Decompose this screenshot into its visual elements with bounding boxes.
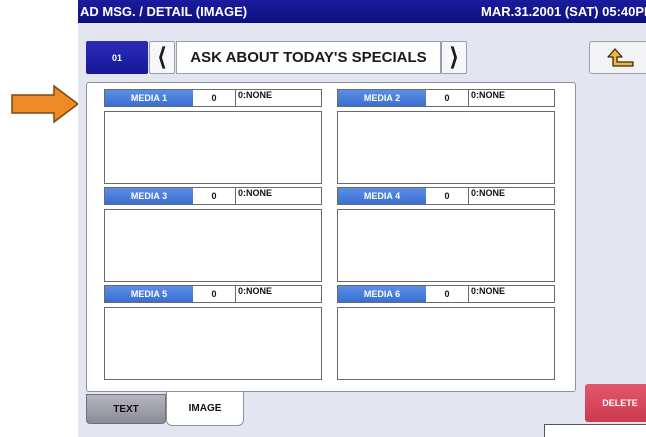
screen: AD MSG. / DETAIL (IMAGE) MAR.31.2001 (SA… <box>78 0 646 437</box>
media-value: 0:NONE <box>235 286 321 302</box>
delete-button[interactable]: DELETE <box>585 384 646 422</box>
tab-image[interactable]: IMAGE <box>166 392 244 426</box>
media-header: MEDIA 1 0 0:NONE <box>104 89 322 107</box>
media-number[interactable]: 0 <box>426 90 468 106</box>
status-field <box>544 424 646 437</box>
media-slot-2: MEDIA 2 0 0:NONE <box>337 89 555 187</box>
media-image-area[interactable] <box>104 307 322 380</box>
media-image-area[interactable] <box>337 307 555 380</box>
return-arrow-icon <box>607 47 634 67</box>
media-panel: MEDIA 1 0 0:NONE MEDIA 2 0 0:NONE MEDIA … <box>86 82 576 392</box>
message-title: ASK ABOUT TODAY'S SPECIALS <box>176 41 441 74</box>
title-bar: AD MSG. / DETAIL (IMAGE) MAR.31.2001 (SA… <box>78 0 646 23</box>
media-header: MEDIA 3 0 0:NONE <box>104 187 322 205</box>
media-header: MEDIA 5 0 0:NONE <box>104 285 322 303</box>
media-value: 0:NONE <box>468 286 554 302</box>
media-value: 0:NONE <box>468 90 554 106</box>
media-value: 0:NONE <box>235 188 321 204</box>
previous-message-button[interactable]: ⟨ <box>149 41 175 74</box>
media-header: MEDIA 4 0 0:NONE <box>337 187 555 205</box>
date-time: MAR.31.2001 (SAT) 05:40PM <box>481 4 646 19</box>
media-label-button[interactable]: MEDIA 3 <box>105 188 193 204</box>
media-image-area[interactable] <box>104 111 322 184</box>
media-slot-3: MEDIA 3 0 0:NONE <box>104 187 322 285</box>
page-title: AD MSG. / DETAIL (IMAGE) <box>80 4 248 19</box>
media-label-button[interactable]: MEDIA 4 <box>338 188 426 204</box>
media-value: 0:NONE <box>468 188 554 204</box>
media-label-button[interactable]: MEDIA 1 <box>105 90 193 106</box>
media-label-button[interactable]: MEDIA 5 <box>105 286 193 302</box>
media-slot-4: MEDIA 4 0 0:NONE <box>337 187 555 285</box>
media-number[interactable]: 0 <box>426 188 468 204</box>
media-value: 0:NONE <box>235 90 321 106</box>
media-image-area[interactable] <box>337 209 555 282</box>
media-number[interactable]: 0 <box>193 286 235 302</box>
media-slot-5: MEDIA 5 0 0:NONE <box>104 285 322 383</box>
chevron-left-icon: ⟨ <box>157 44 167 71</box>
media-number[interactable]: 0 <box>193 90 235 106</box>
media-header: MEDIA 2 0 0:NONE <box>337 89 555 107</box>
chevron-right-icon: ⟩ <box>449 44 459 71</box>
media-slot-6: MEDIA 6 0 0:NONE <box>337 285 555 383</box>
media-label-button[interactable]: MEDIA 6 <box>338 286 426 302</box>
media-image-area[interactable] <box>104 209 322 282</box>
media-image-area[interactable] <box>337 111 555 184</box>
next-message-button[interactable]: ⟩ <box>441 41 467 74</box>
media-number[interactable]: 0 <box>426 286 468 302</box>
message-number-button[interactable]: 01 <box>86 41 148 74</box>
orange-arrow-icon <box>11 84 80 124</box>
back-button[interactable] <box>589 41 646 74</box>
media-slot-1: MEDIA 1 0 0:NONE <box>104 89 322 187</box>
media-number[interactable]: 0 <box>193 188 235 204</box>
tab-text[interactable]: TEXT <box>86 394 166 424</box>
media-header: MEDIA 6 0 0:NONE <box>337 285 555 303</box>
media-label-button[interactable]: MEDIA 2 <box>338 90 426 106</box>
